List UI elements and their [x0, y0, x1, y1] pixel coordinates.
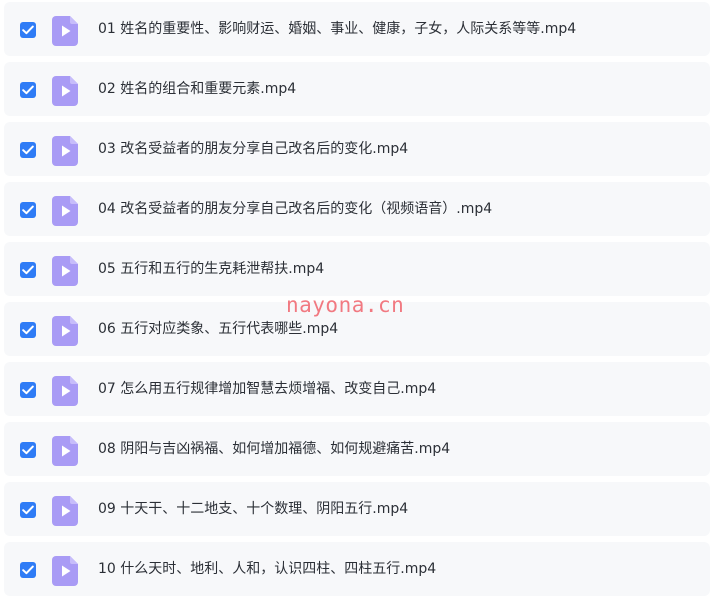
file-checkbox[interactable]	[20, 142, 36, 158]
file-row[interactable]: 04 改名受益者的朋友分享自己改名后的变化（视频语音）.mp4	[4, 182, 710, 236]
file-name: 05 五行和五行的生克耗泄帮扶.mp4	[98, 261, 325, 277]
file-row[interactable]: 10 什么天时、地利、人和，认识四柱、四柱五行.mp4	[4, 542, 710, 596]
file-row[interactable]: 07 怎么用五行规律增加智慧去烦增福、改变自己.mp4	[4, 362, 710, 416]
video-file-icon	[52, 556, 78, 586]
video-file-icon	[52, 436, 78, 466]
checkmark-icon	[22, 565, 34, 575]
checkmark-icon	[22, 445, 34, 455]
file-checkbox[interactable]	[20, 262, 36, 278]
video-file-icon	[52, 16, 78, 46]
file-row[interactable]: 08 阴阳与吉凶祸福、如何增加福德、如何规避痛苦.mp4	[4, 422, 710, 476]
file-row[interactable]: 09 十天干、十二地支、十个数理、阴阳五行.mp4	[4, 482, 710, 536]
checkmark-icon	[22, 325, 34, 335]
checkmark-icon	[22, 145, 34, 155]
file-checkbox[interactable]	[20, 442, 36, 458]
file-row[interactable]: 05 五行和五行的生克耗泄帮扶.mp4	[4, 242, 710, 296]
file-name: 02 姓名的组合和重要元素.mp4	[98, 81, 297, 97]
file-checkbox[interactable]	[20, 82, 36, 98]
checkmark-icon	[22, 25, 34, 35]
video-file-icon	[52, 316, 78, 346]
file-row[interactable]: 02 姓名的组合和重要元素.mp4	[4, 62, 710, 116]
file-name: 01 姓名的重要性、影响财运、婚姻、事业、健康，子女，人际关系等等.mp4	[98, 21, 577, 37]
video-file-icon	[52, 76, 78, 106]
file-name: 08 阴阳与吉凶祸福、如何增加福德、如何规避痛苦.mp4	[98, 441, 451, 457]
file-checkbox[interactable]	[20, 502, 36, 518]
file-checkbox[interactable]	[20, 382, 36, 398]
file-checkbox[interactable]	[20, 562, 36, 578]
file-name: 10 什么天时、地利、人和，认识四柱、四柱五行.mp4	[98, 561, 437, 577]
file-name: 03 改名受益者的朋友分享自己改名后的变化.mp4	[98, 141, 409, 157]
file-row[interactable]: 03 改名受益者的朋友分享自己改名后的变化.mp4	[4, 122, 710, 176]
video-file-icon	[52, 496, 78, 526]
file-name: 04 改名受益者的朋友分享自己改名后的变化（视频语音）.mp4	[98, 201, 493, 217]
checkmark-icon	[22, 205, 34, 215]
checkmark-icon	[22, 505, 34, 515]
file-name: 06 五行对应类象、五行代表哪些.mp4	[98, 321, 339, 337]
file-name: 07 怎么用五行规律增加智慧去烦增福、改变自己.mp4	[98, 381, 437, 397]
checkmark-icon	[22, 85, 34, 95]
video-file-icon	[52, 136, 78, 166]
file-checkbox[interactable]	[20, 322, 36, 338]
checkmark-icon	[22, 265, 34, 275]
file-name: 09 十天干、十二地支、十个数理、阴阳五行.mp4	[98, 501, 409, 517]
video-file-icon	[52, 256, 78, 286]
video-file-icon	[52, 376, 78, 406]
file-row[interactable]: 01 姓名的重要性、影响财运、婚姻、事业、健康，子女，人际关系等等.mp4	[4, 2, 710, 56]
video-file-icon	[52, 196, 78, 226]
file-checkbox[interactable]	[20, 22, 36, 38]
file-checkbox[interactable]	[20, 202, 36, 218]
watermark: nayona.cn	[286, 293, 405, 317]
checkmark-icon	[22, 385, 34, 395]
